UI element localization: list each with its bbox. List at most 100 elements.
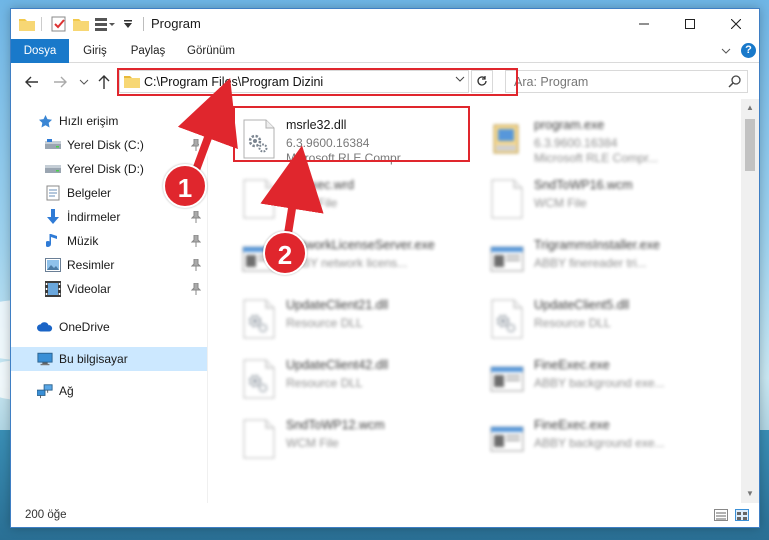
file-version: Resource DLL: [286, 316, 363, 330]
folder-icon: [19, 15, 35, 33]
drive-icon: [45, 137, 61, 153]
cloud-icon: [37, 319, 53, 335]
customize-toolbar-icon[interactable]: [123, 15, 133, 33]
file-item[interactable]: SndToWP12.wcm WCM File: [236, 409, 476, 467]
pin-icon[interactable]: [190, 282, 202, 295]
blank-file-icon: [242, 179, 276, 219]
tab-share[interactable]: Paylaş: [123, 39, 173, 63]
back-button[interactable]: [23, 73, 41, 91]
dll-gear-icon: [242, 299, 276, 339]
video-icon: [45, 281, 61, 297]
step-badge-1: 1: [163, 164, 207, 208]
large-icons-view-icon[interactable]: [735, 509, 749, 521]
status-bar: 200 öğe: [11, 503, 759, 527]
details-view-icon[interactable]: [714, 509, 728, 521]
file-name: UpdateClient21.dll: [286, 298, 389, 312]
tab-home[interactable]: Giriş: [75, 39, 115, 63]
close-button[interactable]: [713, 9, 759, 39]
file-name: UpdateClient5.dll: [534, 298, 630, 312]
new-folder-icon[interactable]: [73, 15, 89, 33]
file-highlight-box: [233, 106, 470, 162]
file-name: SndToWP16.wcm: [534, 178, 633, 192]
file-name: BBExec.wrd: [286, 178, 355, 192]
pin-icon[interactable]: [190, 258, 202, 271]
file-description: Microsoft RLE Compr...: [534, 151, 659, 165]
sidebar-item-this-pc[interactable]: Bu bilgisayar: [11, 347, 207, 371]
file-item[interactable]: UpdateClient21.dll Resource DLL: [236, 289, 476, 347]
minimize-button[interactable]: [621, 9, 667, 39]
title-bar: Program: [11, 9, 759, 39]
computer-icon: [37, 351, 53, 367]
sidebar-item-videos[interactable]: Videolar: [11, 277, 207, 301]
maximize-button[interactable]: [667, 9, 713, 39]
navigation-pane: Hızlı erişim Yerel Disk (C:) Yerel Disk …: [11, 99, 207, 503]
window-exe-icon: [490, 359, 524, 399]
file-name: FineExec.exe: [534, 358, 610, 372]
view-options-icon[interactable]: [95, 15, 115, 33]
sidebar-item-downloads[interactable]: İndirmeler: [11, 205, 207, 229]
window-exe-icon: [490, 239, 524, 279]
ribbon-tabs: Dosya Giriş Paylaş Görünüm ?: [11, 39, 759, 97]
sidebar-item-local-disk-c[interactable]: Yerel Disk (C:): [11, 133, 207, 157]
dll-gear-icon: [242, 359, 276, 399]
file-item[interactable]: UpdateClient5.dll Resource DLL: [484, 289, 724, 347]
pin-icon[interactable]: [190, 234, 202, 247]
file-version: ABBY finereader tri...: [534, 256, 647, 270]
search-input[interactable]: Ara: Program: [505, 70, 748, 93]
documents-icon: [45, 185, 61, 201]
blank-file-icon: [490, 179, 524, 219]
file-version: Resource DLL: [534, 316, 611, 330]
search-icon[interactable]: [728, 74, 742, 88]
search-placeholder: Ara: Program: [514, 75, 589, 89]
file-version: WCM File: [534, 196, 587, 210]
step-badge-2: 2: [263, 231, 307, 275]
file-version: ABBY background exe...: [534, 376, 665, 390]
scroll-thumb[interactable]: [745, 119, 755, 171]
sidebar-item-music[interactable]: Müzik: [11, 229, 207, 253]
address-highlight-box: [117, 68, 518, 96]
file-version: Resource DLL: [286, 376, 363, 390]
recent-locations-button[interactable]: [75, 73, 93, 91]
file-item[interactable]: program.exe 6.3.9600.16384 Microsoft RLE C…: [484, 109, 724, 167]
properties-icon[interactable]: [51, 15, 67, 33]
sidebar-item-onedrive[interactable]: OneDrive: [11, 315, 207, 339]
network-icon: [37, 383, 53, 399]
sidebar-item-quick-access[interactable]: Hızlı erişim: [11, 109, 207, 133]
scroll-down-icon[interactable]: ▼: [746, 489, 754, 498]
sidebar-item-network[interactable]: Ağ: [11, 379, 207, 403]
up-button[interactable]: [95, 73, 113, 91]
pin-icon[interactable]: [190, 210, 202, 223]
file-version: ABBY background exe...: [534, 436, 665, 450]
scroll-up-icon[interactable]: ▲: [746, 103, 754, 112]
help-icon[interactable]: ?: [741, 43, 756, 58]
file-item[interactable]: UpdateClient42.dll Resource DLL: [236, 349, 476, 407]
drive-icon: [45, 161, 61, 177]
explorer-window: Program Dosya Giriş Paylaş Görünüm ? C:\…: [10, 8, 760, 528]
file-version: WCM File: [286, 436, 339, 450]
pin-icon[interactable]: [190, 138, 202, 151]
file-item[interactable]: FineExec.exe ABBY background exe...: [484, 409, 724, 467]
pictures-icon: [45, 257, 61, 273]
download-icon: [45, 209, 61, 225]
vertical-scrollbar[interactable]: ▲ ▼: [741, 99, 759, 503]
item-count: 200 öğe: [25, 509, 67, 521]
exe-icon: [490, 119, 524, 159]
file-name: TrigrammsInstaller.exe: [534, 238, 660, 252]
tab-view[interactable]: Görünüm: [181, 39, 241, 63]
blank-file-icon: [242, 419, 276, 459]
window-title: Program: [151, 16, 201, 31]
file-name: NetworkLicenseServer.exe: [286, 238, 435, 252]
dll-gear-icon: [490, 299, 524, 339]
file-item[interactable]: SndToWP16.wcm WCM File: [484, 169, 724, 227]
file-version: WRD File: [286, 196, 338, 210]
file-item[interactable]: FineExec.exe ABBY background exe...: [484, 349, 724, 407]
file-name: FineExec.exe: [534, 418, 610, 432]
star-icon: [37, 113, 53, 129]
file-item[interactable]: TrigrammsInstaller.exe ABBY finereader tr…: [484, 229, 724, 287]
forward-button[interactable]: [51, 73, 69, 91]
file-name: UpdateClient42.dll: [286, 358, 389, 372]
sidebar-item-pictures[interactable]: Resimler: [11, 253, 207, 277]
music-icon: [45, 233, 61, 249]
file-item[interactable]: BBExec.wrd WRD File: [236, 169, 476, 227]
expand-ribbon-icon[interactable]: [721, 45, 731, 59]
